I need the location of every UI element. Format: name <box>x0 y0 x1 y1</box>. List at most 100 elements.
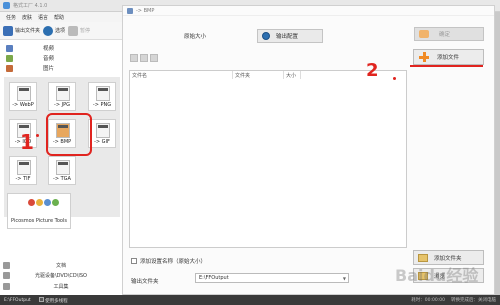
sidebar-category-video[interactable]: 视频 <box>6 44 116 52</box>
output-folder-button[interactable]: 输出文件夹 <box>3 25 41 36</box>
multithread-checkbox[interactable] <box>38 296 44 302</box>
ok-button[interactable]: 确定 <box>414 27 484 41</box>
add-file-label: 添加文件 <box>437 55 460 61</box>
sidebar-category-label: 视频 <box>43 46 55 52</box>
sidebar-category-image[interactable]: 图片 <box>6 64 116 72</box>
sidebar-category-label: 图片 <box>43 66 55 72</box>
dialog-title: -> BMP <box>136 7 155 14</box>
format-label: -> TGA <box>53 176 71 182</box>
dialog-icon <box>127 7 133 14</box>
annotation-underline <box>410 65 483 67</box>
ok-label: 确定 <box>439 32 451 38</box>
format-webp-button[interactable]: -> WebP <box>9 82 37 111</box>
sidebar: 视频 音频 图片 -> WebP -> JPG -> PNG -> ICO ->… <box>0 40 122 295</box>
options-label: 选项 <box>55 28 66 34</box>
watermark: Baidu经验 <box>395 266 479 285</box>
settings-icon <box>262 32 270 40</box>
output-config-button[interactable]: 输出配置 <box>257 29 323 43</box>
sidebar-category-label: 文档 <box>55 263 66 269</box>
stop-button[interactable]: 暂停 <box>68 25 91 36</box>
chevron-down-icon: ▼ <box>342 275 346 281</box>
format-tga-button[interactable]: -> TGA <box>48 156 76 185</box>
remove-icon[interactable] <box>130 54 138 62</box>
sidebar-category-label: 音频 <box>43 56 55 62</box>
folder-icon <box>3 25 13 36</box>
picosmos-icon <box>28 199 59 206</box>
sidebar-category-document[interactable]: 文档 <box>3 262 119 269</box>
bmp-convert-dialog: -> BMP 原始大小 输出配置 确定 添加文件 文件名 文件夹 大小 添加设置… <box>122 5 495 295</box>
quality-label: 原始大小 <box>184 34 207 40</box>
menu-task[interactable]: 任务 <box>6 14 16 21</box>
annotation-dot <box>393 77 396 80</box>
audio-icon <box>6 54 13 62</box>
file-icon <box>17 86 31 101</box>
format-label: -> WebP <box>12 102 34 108</box>
list-tools <box>130 54 158 62</box>
multithread-option[interactable]: 使用多线程 <box>38 296 68 304</box>
stop-icon <box>68 25 79 36</box>
add-setting-name-checkbox[interactable] <box>131 258 137 264</box>
add-folder-label: 添加文件夹 <box>434 255 462 262</box>
annotation-step-2: 2 <box>366 60 379 81</box>
app-title: 格式工厂 4.1.0 <box>13 3 48 9</box>
picosmos-label: Picosmos Picture Tools <box>11 218 67 224</box>
format-tif-button[interactable]: -> TIF <box>9 156 37 185</box>
options-button[interactable]: 选项 <box>43 25 66 36</box>
output-config-label: 输出配置 <box>276 34 299 40</box>
format-jpg-button[interactable]: -> JPG <box>48 82 76 111</box>
folder-icon <box>418 253 428 262</box>
toolbar: 输出文件夹 选项 暂停 <box>0 22 122 40</box>
output-folder-value: E:\FFOutput <box>199 275 229 281</box>
column-header-folder[interactable]: 文件夹 <box>233 71 284 79</box>
after-convert-option[interactable]: 转换完成后：关闭电脑 <box>451 297 496 303</box>
statusbar: E:\FFOutput 使用多线程 耗时：00:00:00 转换完成后：关闭电脑 <box>0 295 500 305</box>
annotation-highlight-bmp <box>46 113 92 156</box>
file-icon <box>17 160 31 175</box>
output-folder-select[interactable]: E:\FFOutput ▼ <box>195 273 349 283</box>
file-icon <box>96 123 110 138</box>
sidebar-category-tools[interactable]: 工具集 <box>3 283 119 290</box>
status-right: 耗时：00:00:00 转换完成后：关闭电脑 <box>411 297 500 303</box>
add-setting-name-label: 添加设置名称（原始大小） <box>140 259 207 265</box>
file-icon <box>96 86 110 101</box>
clear-icon[interactable] <box>140 54 148 62</box>
annotation-dot <box>36 134 39 137</box>
sidebar-category-rom-device[interactable]: 光驱设备\DVD\CD\ISO <box>3 272 119 279</box>
add-file-button[interactable]: 添加文件 <box>413 49 484 65</box>
file-icon <box>56 160 70 175</box>
format-label: -> TIF <box>15 176 31 182</box>
format-gif-button[interactable]: -> GIF <box>88 119 116 148</box>
annotation-step-1: 1 <box>20 130 34 154</box>
multithread-label: 使用多线程 <box>45 298 68 304</box>
sidebar-category-label: 光驱设备\DVD\CD\ISO <box>34 273 87 279</box>
status-output-path[interactable]: E:\FFOutput <box>4 298 31 303</box>
column-header-filename[interactable]: 文件名 <box>130 71 233 79</box>
app-logo-icon <box>3 2 10 9</box>
image-icon <box>6 64 13 72</box>
menubar: 任务 皮肤 语言 帮助 <box>0 12 122 22</box>
menu-skin[interactable]: 皮肤 <box>22 14 32 21</box>
picosmos-tools-button[interactable]: Picosmos Picture Tools <box>7 193 71 229</box>
column-header-size[interactable]: 大小 <box>284 71 301 79</box>
add-setting-name-option[interactable]: 添加设置名称（原始大小） <box>131 257 206 265</box>
output-folder-label: 输出文件夹 <box>131 279 159 285</box>
format-png-button[interactable]: -> PNG <box>88 82 116 111</box>
elapsed-time: 耗时：00:00:00 <box>411 298 445 303</box>
plus-icon <box>419 52 429 62</box>
output-folder-label: 输出文件夹 <box>15 28 41 34</box>
sidebar-category-label: 工具集 <box>53 284 69 290</box>
dialog-titlebar: -> BMP <box>123 6 494 16</box>
ok-icon <box>419 30 429 38</box>
play-icon[interactable] <box>150 54 158 62</box>
sidebar-category-audio[interactable]: 音频 <box>6 54 116 62</box>
format-label: -> PNG <box>92 102 112 108</box>
file-list-table[interactable]: 文件名 文件夹 大小 <box>129 70 407 248</box>
format-label: -> JPG <box>54 102 70 108</box>
video-icon <box>6 44 13 52</box>
menu-help[interactable]: 帮助 <box>54 14 64 21</box>
menu-language[interactable]: 语言 <box>38 14 48 21</box>
options-icon <box>43 25 54 36</box>
format-label: -> GIF <box>94 139 110 145</box>
stop-label: 暂停 <box>80 28 91 34</box>
file-icon <box>56 86 70 101</box>
